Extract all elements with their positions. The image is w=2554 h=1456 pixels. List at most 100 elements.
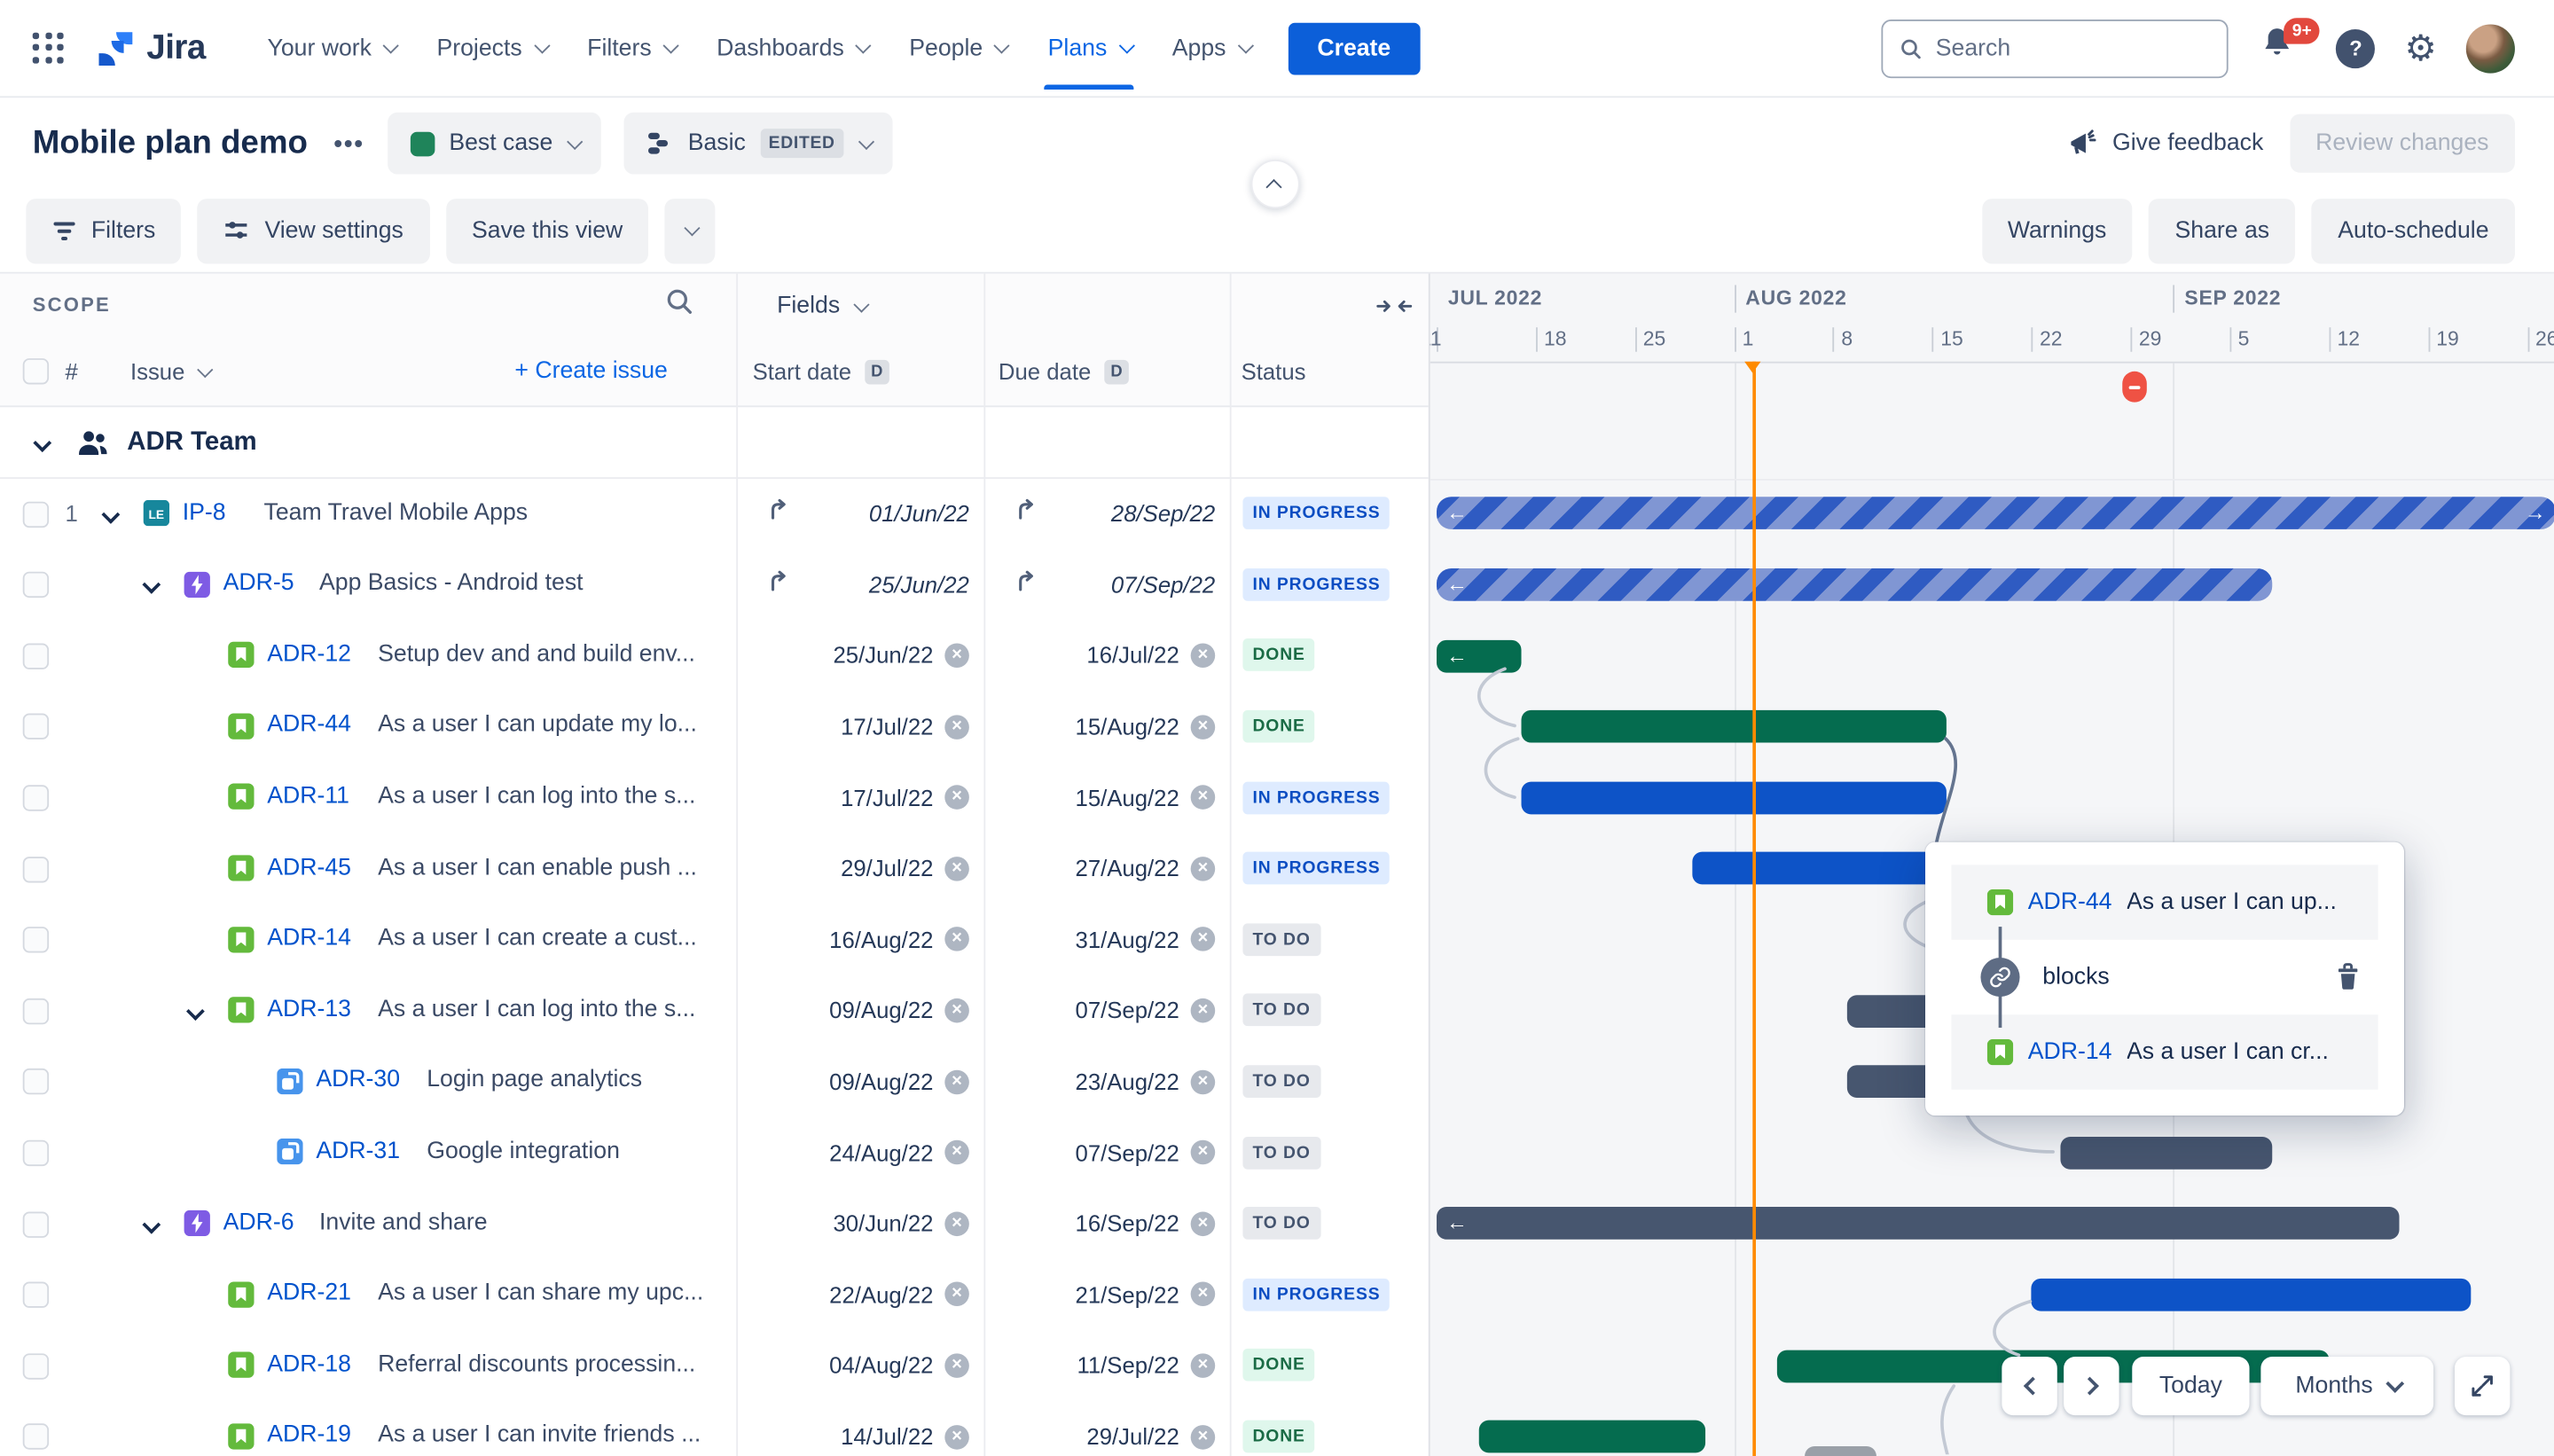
issue-row[interactable]: ADR-13 As a user I can log into the s... 0…	[0, 975, 1429, 1046]
start-date-cell[interactable]: 29/Jul/22 ×	[736, 833, 983, 904]
issue-row[interactable]: ADR-12 Setup dev and and build env... 25/J…	[0, 620, 1429, 691]
status-cell[interactable]: TO DO	[1230, 904, 1429, 975]
clear-date-icon[interactable]: ×	[944, 1282, 969, 1307]
issue-summary[interactable]: Login page analytics	[427, 1068, 642, 1093]
warnings-button[interactable]: Warnings	[1981, 198, 2133, 263]
start-date-cell[interactable]: 25/Jun/22	[736, 549, 983, 620]
nav-item-people[interactable]: People	[893, 22, 1022, 74]
row-checkbox[interactable]	[22, 1210, 50, 1237]
due-date-cell[interactable]: 27/Aug/22 ×	[983, 833, 1229, 904]
start-date-cell[interactable]: 16/Aug/22 ×	[736, 904, 983, 975]
settings-gear-icon[interactable]: ⚙	[2405, 29, 2437, 66]
issue-key-link[interactable]: ADR-21	[267, 1280, 351, 1306]
gantt-bar-partial[interactable]	[1805, 1446, 1876, 1456]
row-checkbox[interactable]	[22, 500, 50, 528]
gantt-bar-adr-19[interactable]	[1478, 1420, 1706, 1453]
status-cell[interactable]: DONE	[1230, 691, 1429, 762]
clear-date-icon[interactable]: ×	[944, 1069, 969, 1094]
issue-summary[interactable]: Team Travel Mobile Apps	[264, 499, 529, 525]
due-date-cell[interactable]: 28/Sep/22	[983, 478, 1229, 549]
issue-summary[interactable]: As a user I can log into the s...	[378, 783, 695, 809]
due-date-cell[interactable]: 21/Sep/22 ×	[983, 1259, 1229, 1330]
clear-date-icon[interactable]: ×	[1190, 643, 1216, 669]
due-date-cell[interactable]: 16/Sep/22 ×	[983, 1188, 1229, 1259]
start-date-cell[interactable]: 24/Aug/22 ×	[736, 1117, 983, 1188]
issue-key-link[interactable]: ADR-11	[267, 783, 349, 809]
clear-date-icon[interactable]: ×	[944, 1424, 969, 1449]
issue-key-link[interactable]: ADR-31	[316, 1139, 400, 1164]
status-cell[interactable]: DONE	[1230, 1401, 1429, 1456]
gantt-bar-adr-44[interactable]	[1521, 709, 1947, 743]
row-checkbox[interactable]	[22, 1423, 50, 1451]
start-date-cell[interactable]: 14/Jul/22 ×	[736, 1401, 983, 1456]
save-this-view-button[interactable]: Save this view	[445, 198, 649, 263]
gantt-bar-adr-5[interactable]: ←	[1436, 568, 2273, 601]
share-as-button[interactable]: Share as	[2149, 198, 2296, 263]
row-checkbox[interactable]	[22, 1069, 50, 1095]
expand-row-icon[interactable]	[101, 505, 121, 523]
status-cell[interactable]: TO DO	[1230, 1188, 1429, 1259]
status-cell[interactable]: DONE	[1230, 1330, 1429, 1401]
issue-key-link[interactable]: IP-8	[183, 499, 226, 525]
nav-item-your-work[interactable]: Your work	[251, 22, 411, 74]
start-date-cell[interactable]: 04/Aug/22 ×	[736, 1330, 983, 1401]
row-checkbox[interactable]	[22, 927, 50, 953]
clear-date-icon[interactable]: ×	[944, 856, 969, 881]
issue-key-link[interactable]: ADR-14	[267, 925, 351, 951]
view-selector[interactable]: Basic EDITED	[624, 112, 893, 175]
create-issue-button[interactable]: + Create issue	[514, 358, 667, 384]
issue-summary[interactable]: Setup dev and and build env...	[378, 641, 695, 667]
start-date-cell[interactable]: 09/Aug/22 ×	[736, 1046, 983, 1117]
issue-row[interactable]: ADR-19 As a user I can invite friends ...…	[0, 1401, 1429, 1456]
scenario-selector[interactable]: Best case	[387, 112, 602, 175]
gantt-bar-adr-31[interactable]	[2059, 1136, 2273, 1170]
clear-date-icon[interactable]: ×	[944, 785, 969, 810]
row-checkbox[interactable]	[22, 785, 50, 811]
row-checkbox[interactable]	[22, 1139, 50, 1166]
issue-key-link[interactable]: ADR-13	[267, 997, 351, 1022]
gantt-bar-adr-12[interactable]: ←	[1436, 638, 1522, 672]
clear-date-icon[interactable]: ×	[1190, 927, 1216, 952]
status-cell[interactable]: IN PROGRESS	[1230, 549, 1429, 620]
nav-item-filters[interactable]: Filters	[571, 22, 691, 74]
collapse-header-button[interactable]	[1250, 159, 1300, 209]
clear-date-icon[interactable]: ×	[1190, 1282, 1216, 1307]
issue-row[interactable]: ADR-45 As a user I can enable push ... 29/…	[0, 833, 1429, 904]
nav-item-plans[interactable]: Plans	[1031, 22, 1146, 90]
issue-key-link[interactable]: ADR-5	[223, 570, 294, 596]
clear-date-icon[interactable]: ×	[944, 1353, 969, 1378]
clear-date-icon[interactable]: ×	[944, 998, 969, 1023]
clear-date-icon[interactable]: ×	[1190, 856, 1216, 881]
row-checkbox[interactable]	[22, 856, 50, 882]
start-date-cell[interactable]: 22/Aug/22 ×	[736, 1259, 983, 1330]
row-checkbox[interactable]	[22, 1352, 50, 1380]
dependency-source-row[interactable]: ADR-44 As a user I can up...	[1951, 865, 2378, 940]
issue-summary[interactable]: As a user I can log into the s...	[378, 997, 695, 1022]
issue-column-header[interactable]: Issue	[130, 358, 215, 384]
gantt-bar-adr-21[interactable]	[2031, 1278, 2471, 1311]
scope-search-icon[interactable]	[664, 286, 693, 324]
start-date-cell[interactable]: 30/Jun/22 ×	[736, 1188, 983, 1259]
clear-date-icon[interactable]: ×	[1190, 714, 1216, 740]
search-box[interactable]	[1881, 19, 2229, 78]
due-date-cell[interactable]: 15/Aug/22 ×	[983, 762, 1229, 833]
due-date-cell[interactable]: 07/Sep/22 ×	[983, 975, 1229, 1046]
status-cell[interactable]: TO DO	[1230, 1117, 1429, 1188]
fields-dropdown[interactable]: Fields	[777, 294, 869, 319]
clear-date-icon[interactable]: ×	[1190, 1353, 1216, 1378]
clear-date-icon[interactable]: ×	[944, 1140, 969, 1165]
collapse-fields-icon[interactable]	[1376, 294, 1413, 328]
clear-date-icon[interactable]: ×	[944, 714, 969, 740]
clear-date-icon[interactable]: ×	[944, 643, 969, 669]
status-cell[interactable]: IN PROGRESS	[1230, 833, 1429, 904]
filters-button[interactable]: Filters	[26, 198, 182, 263]
issue-key-link[interactable]: ADR-18	[267, 1351, 351, 1377]
app-switcher-icon[interactable]	[32, 31, 66, 65]
team-group-row[interactable]: ADR Team	[0, 407, 1429, 479]
view-settings-button[interactable]: View settings	[198, 198, 430, 263]
issue-summary[interactable]: As a user I can invite friends ...	[378, 1422, 701, 1448]
auto-schedule-button[interactable]: Auto-schedule	[2311, 198, 2515, 263]
issue-row[interactable]: ADR-5 App Basics - Android test 25/Jun/22 0…	[0, 549, 1429, 620]
clear-date-icon[interactable]: ×	[1190, 1069, 1216, 1094]
status-cell[interactable]: TO DO	[1230, 975, 1429, 1046]
